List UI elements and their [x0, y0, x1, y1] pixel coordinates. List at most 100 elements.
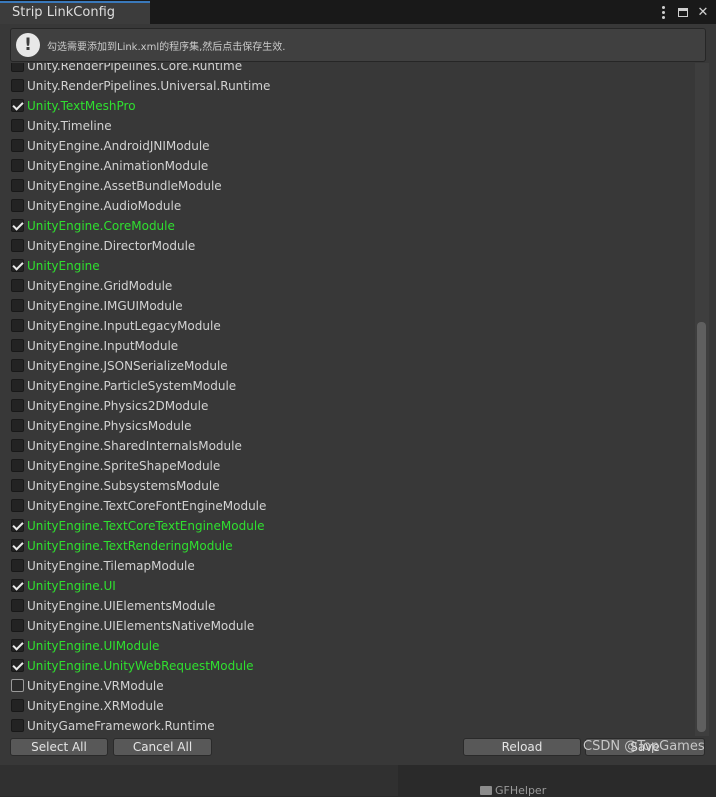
assembly-label[interactable]: UnityEngine.CoreModule — [27, 216, 175, 236]
assembly-checkbox[interactable] — [11, 539, 24, 552]
assembly-checkbox[interactable] — [11, 459, 24, 472]
assembly-checkbox[interactable] — [11, 699, 24, 712]
assembly-label[interactable]: Unity.RenderPipelines.Core.Runtime — [27, 63, 242, 76]
assembly-checkbox[interactable] — [11, 63, 24, 72]
assembly-label[interactable]: UnityEngine.IMGUIModule — [27, 296, 183, 316]
assembly-label[interactable]: UnityEngine.SharedInternalsModule — [27, 436, 242, 456]
assembly-row[interactable]: UnityEngine.InputLegacyModule — [0, 316, 695, 336]
assembly-row[interactable]: UnityEngine.VRModule — [0, 676, 695, 696]
assembly-label[interactable]: UnityEngine.AssetBundleModule — [27, 176, 222, 196]
assembly-checkbox[interactable] — [11, 79, 24, 92]
assembly-checkbox[interactable] — [11, 119, 24, 132]
assembly-label[interactable]: UnityGameFramework.Runtime — [27, 716, 215, 736]
assembly-label[interactable]: UnityEngine.TextCoreFontEngineModule — [27, 496, 266, 516]
assembly-row[interactable]: UnityEngine.DirectorModule — [0, 236, 695, 256]
assembly-label[interactable]: UnityEngine.UI — [27, 576, 116, 596]
assembly-label[interactable]: UnityEngine.DirectorModule — [27, 236, 195, 256]
assembly-row[interactable]: UnityEngine.TilemapModule — [0, 556, 695, 576]
assembly-row[interactable]: UnityEngine.UIElementsNativeModule — [0, 616, 695, 636]
assembly-label[interactable]: UnityEngine.TextRenderingModule — [27, 536, 233, 556]
assembly-row[interactable]: UnityEngine.UIModule — [0, 636, 695, 656]
assembly-row[interactable]: UnityEngine.InputModule — [0, 336, 695, 356]
assembly-checkbox[interactable] — [11, 139, 24, 152]
assembly-list[interactable]: Unity.RenderPipelines.Core.Runtime Unity.… — [0, 63, 695, 736]
assembly-row[interactable]: UnityEngine.CoreModule — [0, 216, 695, 236]
assembly-row[interactable]: UnityEngine.UnityWebRequestModule — [0, 656, 695, 676]
assembly-row[interactable]: Unity.RenderPipelines.Core.Runtime — [0, 63, 695, 76]
assembly-label[interactable]: Unity.Timeline — [27, 116, 112, 136]
assembly-label[interactable]: UnityEngine.VRModule — [27, 676, 164, 696]
assembly-checkbox[interactable] — [11, 479, 24, 492]
assembly-checkbox[interactable] — [11, 319, 24, 332]
assembly-checkbox[interactable] — [11, 559, 24, 572]
assembly-row[interactable]: UnityEngine.ParticleSystemModule — [0, 376, 695, 396]
close-icon[interactable]: ✕ — [696, 4, 710, 20]
assembly-checkbox[interactable] — [11, 299, 24, 312]
assembly-checkbox[interactable] — [11, 419, 24, 432]
assembly-checkbox[interactable] — [11, 679, 24, 692]
assembly-label[interactable]: UnityEngine.AnimationModule — [27, 156, 208, 176]
assembly-row[interactable]: UnityEngine.AssetBundleModule — [0, 176, 695, 196]
assembly-label[interactable]: UnityEngine.SubsystemsModule — [27, 476, 220, 496]
assembly-row[interactable]: UnityEngine.JSONSerializeModule — [0, 356, 695, 376]
reload-button[interactable]: Reload — [463, 738, 581, 756]
assembly-checkbox[interactable] — [11, 279, 24, 292]
assembly-row[interactable]: UnityEngine.XRModule — [0, 696, 695, 716]
assembly-row[interactable]: Unity.RenderPipelines.Universal.Runtime — [0, 76, 695, 96]
assembly-row[interactable]: UnityEngine.IMGUIModule — [0, 296, 695, 316]
assembly-label[interactable]: UnityEngine.AndroidJNIModule — [27, 136, 210, 156]
assembly-label[interactable]: UnityEngine.UIElementsModule — [27, 596, 215, 616]
assembly-label[interactable]: UnityEngine.UIElementsNativeModule — [27, 616, 254, 636]
assembly-label[interactable]: UnityEngine.InputModule — [27, 336, 178, 356]
assembly-checkbox[interactable] — [11, 359, 24, 372]
assembly-row[interactable]: UnityEngine.AnimationModule — [0, 156, 695, 176]
assembly-row[interactable]: UnityEngine.Physics2DModule — [0, 396, 695, 416]
assembly-row[interactable]: UnityEngine.SpriteShapeModule — [0, 456, 695, 476]
assembly-row[interactable]: UnityEngine.TextCoreFontEngineModule — [0, 496, 695, 516]
assembly-row[interactable]: UnityEngine.UI — [0, 576, 695, 596]
tab-strip-linkconfig-editor[interactable]: Strip LinkConfig Editor — [0, 1, 150, 40]
assembly-label[interactable]: UnityEngine.UnityWebRequestModule — [27, 656, 254, 676]
assembly-label[interactable]: UnityEngine.JSONSerializeModule — [27, 356, 228, 376]
assembly-row[interactable]: UnityEngine.TextRenderingModule — [0, 536, 695, 556]
assembly-row[interactable]: UnityEngine — [0, 256, 695, 276]
assembly-checkbox[interactable] — [11, 719, 24, 732]
assembly-checkbox[interactable] — [11, 99, 24, 112]
cancel-all-button[interactable]: Cancel All — [113, 738, 212, 756]
assembly-label[interactable]: Unity.TextMeshPro — [27, 96, 136, 116]
kebab-menu-icon[interactable] — [656, 4, 670, 20]
vertical-scrollbar[interactable] — [695, 63, 709, 736]
assembly-label[interactable]: Unity.RenderPipelines.Universal.Runtime — [27, 76, 270, 96]
assembly-label[interactable]: UnityEngine.GridModule — [27, 276, 172, 296]
assembly-row[interactable]: UnityEngine.GridModule — [0, 276, 695, 296]
assembly-checkbox[interactable] — [11, 579, 24, 592]
assembly-label[interactable]: UnityEngine.SpriteShapeModule — [27, 456, 220, 476]
assembly-label[interactable]: UnityEngine.XRModule — [27, 696, 164, 716]
assembly-row[interactable]: UnityEngine.SubsystemsModule — [0, 476, 695, 496]
assembly-label[interactable]: UnityEngine.Physics2DModule — [27, 396, 208, 416]
assembly-label[interactable]: UnityEngine.PhysicsModule — [27, 416, 191, 436]
assembly-row[interactable]: UnityEngine.PhysicsModule — [0, 416, 695, 436]
assembly-row[interactable]: UnityEngine.UIElementsModule — [0, 596, 695, 616]
assembly-label[interactable]: UnityEngine.UIModule — [27, 636, 159, 656]
assembly-label[interactable]: UnityEngine.ParticleSystemModule — [27, 376, 236, 396]
assembly-checkbox[interactable] — [11, 259, 24, 272]
assembly-checkbox[interactable] — [11, 499, 24, 512]
assembly-label[interactable]: UnityEngine.InputLegacyModule — [27, 316, 221, 336]
assembly-row[interactable]: Unity.Timeline — [0, 116, 695, 136]
assembly-checkbox[interactable] — [11, 199, 24, 212]
assembly-label[interactable]: UnityEngine.TilemapModule — [27, 556, 195, 576]
assembly-checkbox[interactable] — [11, 399, 24, 412]
assembly-checkbox[interactable] — [11, 439, 24, 452]
assembly-checkbox[interactable] — [11, 339, 24, 352]
assembly-checkbox[interactable] — [11, 219, 24, 232]
scrollbar-thumb[interactable] — [697, 322, 706, 732]
assembly-row[interactable]: Unity.TextMeshPro — [0, 96, 695, 116]
assembly-label[interactable]: UnityEngine — [27, 256, 100, 276]
assembly-row[interactable]: UnityEngine.AndroidJNIModule — [0, 136, 695, 156]
assembly-row[interactable]: UnityEngine.SharedInternalsModule — [0, 436, 695, 456]
assembly-checkbox[interactable] — [11, 239, 24, 252]
assembly-row[interactable]: UnityEngine.AudioModule — [0, 196, 695, 216]
assembly-checkbox[interactable] — [11, 159, 24, 172]
assembly-checkbox[interactable] — [11, 659, 24, 672]
